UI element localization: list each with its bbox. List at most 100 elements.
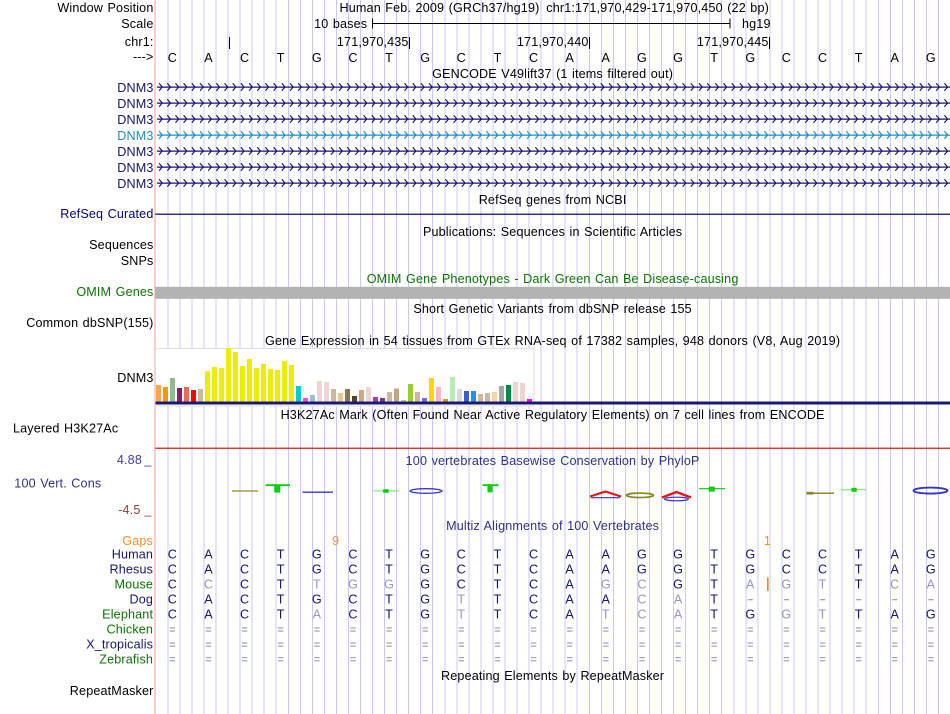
svg-text:T: T — [494, 563, 502, 577]
svg-text:G: G — [312, 548, 322, 562]
svg-text:T: T — [277, 608, 285, 622]
svg-text:G: G — [637, 548, 647, 562]
svg-text:GENCODE V49lift37 (1 items fil: GENCODE V49lift37 (1 items filtered out) — [432, 67, 673, 81]
svg-text:G: G — [420, 51, 430, 65]
svg-text:C: C — [348, 51, 357, 65]
svg-text:C: C — [457, 563, 466, 577]
svg-text:T: T — [602, 608, 610, 622]
svg-text:A: A — [602, 548, 611, 562]
svg-text:C: C — [348, 563, 357, 577]
svg-text:C: C — [529, 608, 538, 622]
svg-text:A: A — [313, 608, 322, 622]
svg-text:A: A — [602, 51, 611, 65]
svg-text:G: G — [781, 578, 791, 592]
svg-text:DNM3: DNM3 — [117, 97, 153, 111]
svg-text:C: C — [240, 593, 249, 607]
svg-text:C: C — [457, 578, 466, 592]
svg-text:C: C — [818, 563, 827, 577]
svg-text:T: T — [277, 51, 285, 65]
svg-text:Publications: Sequences in Sci: Publications: Sequences in Scientific Ar… — [423, 225, 682, 239]
svg-text:T: T — [494, 578, 502, 592]
svg-text:--->: ---> — [133, 50, 154, 64]
svg-text:C: C — [168, 548, 177, 562]
svg-text:chr1:: chr1: — [125, 35, 154, 49]
svg-text:A: A — [891, 563, 900, 577]
svg-text:RefSeq genes from NCBI: RefSeq genes from NCBI — [479, 193, 627, 207]
svg-text:Gene Expression in 54 tissues: Gene Expression in 54 tissues from GTEx … — [265, 334, 840, 348]
svg-text:C: C — [890, 578, 899, 592]
svg-text:4.88: 4.88 — [117, 453, 142, 467]
svg-text:T: T — [313, 578, 321, 592]
svg-text:G: G — [348, 578, 358, 592]
svg-text:Zebrafish: Zebrafish — [99, 652, 153, 666]
svg-text:_: _ — [143, 453, 152, 467]
svg-text:T: T — [819, 578, 827, 592]
svg-text:A: A — [602, 593, 611, 607]
svg-text:G: G — [926, 608, 936, 622]
svg-text:G: G — [420, 593, 430, 607]
svg-text:G: G — [601, 578, 611, 592]
svg-text:C: C — [457, 51, 466, 65]
svg-text:Scale: Scale — [121, 17, 153, 31]
svg-text:G: G — [781, 608, 791, 622]
svg-text:Mouse: Mouse — [115, 578, 154, 592]
svg-text:A: A — [565, 593, 574, 607]
svg-text:T: T — [710, 608, 718, 622]
svg-text:A: A — [204, 593, 213, 607]
svg-text:chr1:171,970,429-171,970,450 (: chr1:171,970,429-171,970,450 (22 bp) — [546, 1, 769, 15]
svg-text:Human Feb. 2009 (GRCh37/hg19): Human Feb. 2009 (GRCh37/hg19) — [340, 1, 540, 15]
svg-text:C: C — [529, 563, 538, 577]
svg-text:G: G — [673, 548, 683, 562]
svg-text:Elephant: Elephant — [102, 608, 153, 622]
svg-text:C: C — [782, 563, 791, 577]
svg-text:T: T — [385, 563, 393, 577]
svg-text:C: C — [782, 548, 791, 562]
svg-text:G: G — [637, 51, 647, 65]
svg-text:Repeating Elements by RepeatMa: Repeating Elements by RepeatMasker — [441, 669, 664, 683]
svg-text:T: T — [855, 563, 863, 577]
svg-text:T: T — [855, 51, 863, 65]
svg-text:171,970,440: 171,970,440 — [517, 35, 589, 49]
svg-text:_: _ — [143, 503, 152, 517]
svg-text:C: C — [637, 608, 646, 622]
svg-text:A: A — [204, 563, 213, 577]
svg-text:171,970,445: 171,970,445 — [697, 35, 769, 49]
svg-text:G: G — [420, 548, 430, 562]
svg-text:A: A — [891, 548, 900, 562]
svg-text:C: C — [457, 548, 466, 562]
svg-text:100 vertebrates Basewise Conse: 100 vertebrates Basewise Conservation by… — [406, 454, 700, 468]
svg-text:T: T — [494, 608, 502, 622]
svg-text:C: C — [529, 548, 538, 562]
svg-text:9: 9 — [332, 534, 339, 548]
svg-text:G: G — [673, 51, 683, 65]
svg-text:C: C — [168, 51, 177, 65]
svg-text:G: G — [312, 593, 322, 607]
svg-text:A: A — [891, 51, 900, 65]
svg-text:DNM3: DNM3 — [117, 81, 153, 95]
svg-text:C: C — [240, 608, 249, 622]
svg-text:1: 1 — [764, 534, 771, 548]
svg-text:RepeatMasker: RepeatMasker — [70, 684, 154, 698]
svg-text:T: T — [385, 608, 393, 622]
svg-text:Human: Human — [112, 548, 153, 562]
svg-text:G: G — [926, 563, 936, 577]
svg-text:C: C — [637, 578, 646, 592]
svg-text:Multiz Alignments of 100 Verte: Multiz Alignments of 100 Vertebrates — [446, 519, 659, 533]
svg-text:G: G — [673, 578, 683, 592]
svg-text:A: A — [204, 608, 213, 622]
svg-text:Rhesus: Rhesus — [109, 563, 153, 577]
svg-text:DNM3: DNM3 — [117, 145, 153, 159]
svg-text:A: A — [565, 608, 574, 622]
svg-text:T: T — [710, 593, 718, 607]
svg-text:171,970,435: 171,970,435 — [337, 35, 409, 49]
svg-text:OMIM Genes: OMIM Genes — [76, 285, 153, 299]
svg-text:G: G — [384, 578, 394, 592]
svg-text:T: T — [710, 548, 718, 562]
svg-text:10 bases: 10 bases — [314, 17, 367, 31]
svg-text:T: T — [855, 548, 863, 562]
svg-text:G: G — [637, 563, 647, 577]
svg-text:C: C — [204, 578, 213, 592]
svg-text:C: C — [818, 548, 827, 562]
svg-text:RefSeq Curated: RefSeq Curated — [60, 207, 153, 221]
svg-text:SNPs: SNPs — [121, 254, 154, 268]
